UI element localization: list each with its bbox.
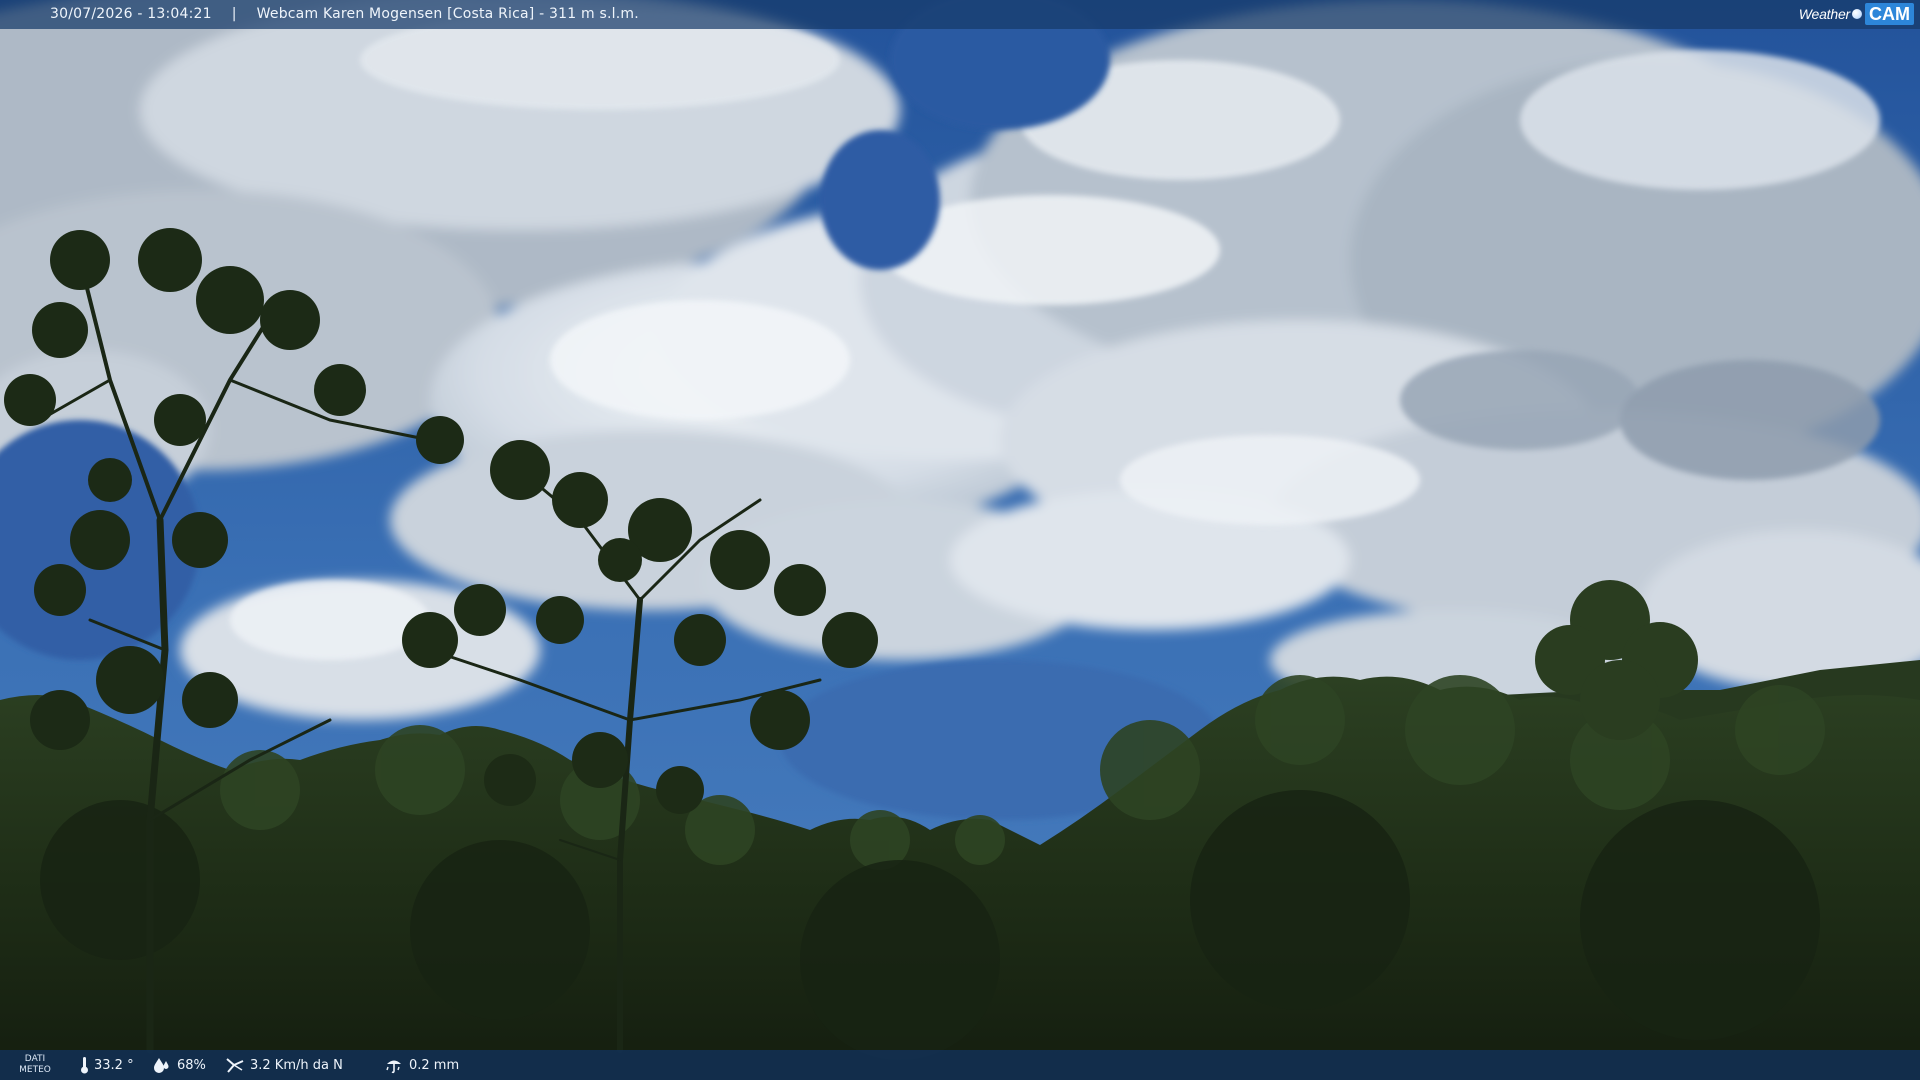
- rain-gauge-icon: [386, 1060, 401, 1074]
- rain-readout: 0.2 mm: [384, 1056, 459, 1074]
- webcam-image: [0, 0, 1920, 1080]
- weather-data-label-line1: DATI: [24, 1054, 46, 1064]
- temperature-value: 33.2 °: [94, 1057, 134, 1073]
- caption-separator: |: [231, 6, 237, 22]
- humidity-readout: 68%: [152, 1056, 206, 1074]
- wind-readout: 3.2 Km/h da N: [225, 1056, 343, 1074]
- timestamp: 30/07/2026 - 13:04:21: [50, 6, 212, 22]
- webcam-caption: 30/07/2026 - 13:04:21 | Webcam Karen Mogen…: [50, 6, 639, 22]
- logo-globe-icon: [1852, 9, 1862, 19]
- logo-cam-text: CAM: [1865, 3, 1914, 25]
- weather-data-label-line2: METEO: [19, 1065, 51, 1075]
- rain-value: 0.2 mm: [409, 1057, 460, 1073]
- webcam-header-bar: 30/07/2026 - 13:04:21 | Webcam Karen Mogen…: [0, 0, 1920, 29]
- wind-icon: [226, 1058, 244, 1073]
- logo-weather-text: Weather: [1798, 6, 1850, 22]
- webcam-view: 30/07/2026 - 13:04:21 | Webcam Karen Mogen…: [0, 0, 1920, 1080]
- thermometer-icon: [81, 1057, 88, 1074]
- temperature-readout: 33.2 °: [80, 1056, 134, 1074]
- droplet-icon: [154, 1058, 169, 1073]
- humidity-value: 68%: [177, 1057, 206, 1073]
- weather-data-bar: DATI METEO 33.2 ° 68% 3.2 Km/h da N 0.2 …: [0, 1050, 1920, 1080]
- wind-value: 3.2 Km/h da N: [250, 1057, 343, 1073]
- webcam-location: Webcam Karen Mogensen [Costa Rica] - 311…: [256, 6, 639, 22]
- weather-data-label: DATI METEO: [18, 1054, 52, 1076]
- weathercam-logo: Weather CAM: [1799, 3, 1914, 25]
